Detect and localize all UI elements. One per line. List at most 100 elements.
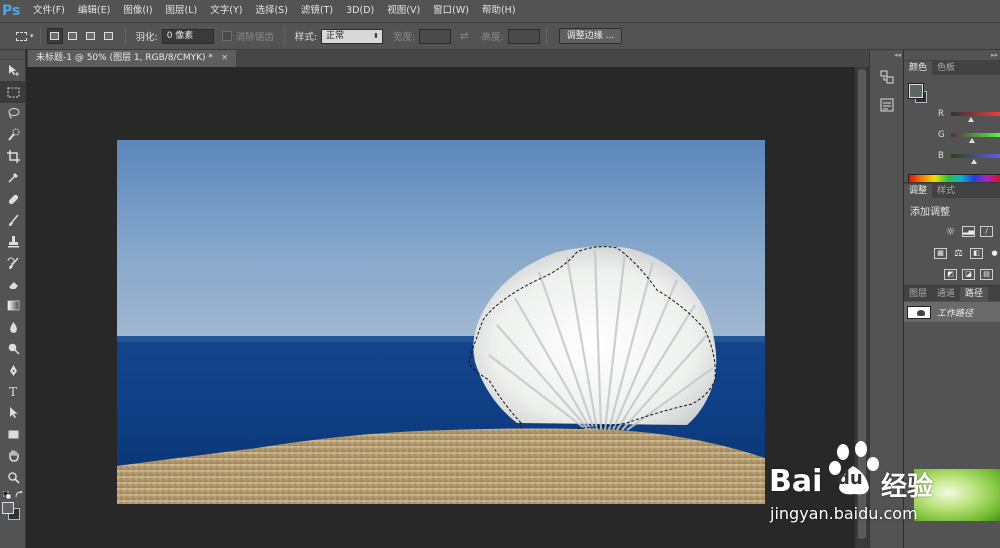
height-label: 高度: [481,32,504,43]
slider-r[interactable] [951,112,1000,116]
channel-b-label: B [938,151,944,161]
rectangle-shape-icon[interactable] [0,424,26,445]
history-panel-icon[interactable] [876,66,898,88]
add-to-selection-button[interactable] [65,28,81,44]
zoom-icon[interactable] [0,466,26,487]
watermark-url: jingyan.baidu.com [770,504,918,523]
menu-image[interactable]: 图像(I) [116,0,158,22]
foreground-color-swatch[interactable] [908,83,924,99]
style-select[interactable]: 正常 ⬍ [320,28,383,44]
intersect-selection-button[interactable] [101,28,117,44]
history-brush-icon[interactable] [0,253,26,274]
foreground-background-swatches[interactable] [0,501,26,520]
feather-input[interactable]: 0 像素 [161,28,214,44]
document-tab-title: 未标题-1 @ 50% (图层 1, RGB/8/CMYK) * [36,53,213,63]
tab-channels[interactable]: 通道 [932,287,960,301]
curves-icon[interactable]: ∕ [980,226,993,237]
path-name: 工作路径 [937,308,974,319]
adjustment-row-1: ☼ ▂▄ ∕ [944,226,998,237]
new-selection-button[interactable] [46,28,63,44]
document-tabs: 未标题-1 @ 50% (图层 1, RGB/8/CMYK) * × [27,50,869,67]
properties-panel-icon[interactable] [876,94,898,116]
black-white-icon[interactable]: ◧ [970,248,983,259]
menu-edit[interactable]: 编辑(E) [71,0,116,22]
path-thumbnail [907,305,931,319]
marquee-icon [15,31,27,41]
foreground-swatch[interactable] [2,501,14,514]
healing-brush-icon[interactable] [0,188,26,209]
slider-g-thumb[interactable] [968,138,975,143]
menu-type[interactable]: 文字(Y) [203,0,248,22]
collapse-arrows-icon[interactable]: ◂◂ [870,50,903,60]
slider-b[interactable] [951,154,1000,158]
invert-icon[interactable]: ◩ [944,269,957,280]
path-row-work-path[interactable]: 工作路径 [904,302,1000,322]
default-colors-icon[interactable] [0,488,26,502]
tab-styles[interactable]: 样式 [932,184,960,198]
refine-edge-button[interactable]: 调整边缘 ... [558,28,623,44]
slider-r-thumb[interactable] [967,117,974,122]
hand-icon[interactable] [0,445,26,466]
swap-colors-icon [15,490,23,497]
clone-stamp-icon[interactable] [0,231,26,252]
gradient-map-icon[interactable]: ▤ [980,269,993,280]
tab-layers[interactable]: 图层 [904,287,932,301]
tab-swatches[interactable]: 色板 [932,61,960,75]
width-input[interactable] [419,28,452,44]
panel-grip[interactable] [0,50,25,60]
tools-panel: T [0,50,26,548]
menu-window[interactable]: 窗口(W) [426,0,475,22]
eyedropper-icon[interactable] [0,167,26,188]
blur-icon[interactable] [0,317,26,338]
menu-view[interactable]: 视图(V) [380,0,426,22]
rectangular-marquee-icon[interactable] [0,81,26,103]
menu-layer[interactable]: 图层(L) [159,0,204,22]
threshold-icon[interactable]: ◪ [962,269,975,280]
subtract-from-selection-button[interactable] [83,28,99,44]
swap-icon[interactable]: ⇄ [460,31,468,42]
brush-icon[interactable] [0,210,26,231]
menu-3d[interactable]: 3D(D) [339,0,380,22]
menu-bar: Ps 文件(F) 编辑(E) 图像(I) 图层(L) 文字(Y) 选择(S) 滤… [0,0,1000,22]
color-panel-tabs: 颜色 色板 [904,60,1000,75]
height-input[interactable] [507,28,540,44]
menu-select[interactable]: 选择(S) [248,0,293,22]
photo-canvas[interactable] [117,140,765,504]
lasso-icon[interactable] [0,103,26,124]
eraser-icon[interactable] [0,274,26,295]
baidu-jingyan-watermark: Bai du 经验 jingyan.baidu.com [765,436,1000,548]
slider-b-thumb[interactable] [971,159,978,164]
levels-icon[interactable]: ▂▄ [962,226,975,237]
divider [124,26,126,46]
pen-icon[interactable] [0,359,26,380]
brightness-icon[interactable]: ☼ [944,226,957,237]
type-tool-icon[interactable]: T [0,381,26,402]
menu-help[interactable]: 帮助(H) [475,0,522,22]
watermark-jingyan: 经验 [881,472,934,502]
menu-filter[interactable]: 滤镜(T) [294,0,339,22]
tab-color[interactable]: 颜色 [904,61,933,75]
tab-paths[interactable]: 路径 [960,287,989,301]
path-selection-icon[interactable] [0,402,26,423]
layers-panel-tabs: 图层 通道 路径 [904,286,1000,301]
dodge-icon[interactable] [0,338,26,359]
photoshop-logo: Ps [2,3,21,19]
tab-adjustments[interactable]: 调整 [904,184,933,198]
channel-g-label: G [938,130,945,140]
photo-filter-icon[interactable]: ● [988,248,1000,259]
crop-icon[interactable] [0,146,26,167]
move-tool-icon[interactable] [0,60,26,81]
close-icon[interactable]: × [221,53,229,63]
quick-selection-icon[interactable] [0,124,26,145]
menu-file[interactable]: 文件(F) [26,0,71,22]
hue-saturation-icon[interactable]: ▦ [934,248,947,259]
canvas-area[interactable] [27,67,854,548]
antialias-checkbox[interactable] [221,31,232,41]
chevron-down-icon[interactable]: ▾ [30,32,34,40]
color-balance-icon[interactable]: ⚖ [952,248,965,259]
gradient-icon[interactable] [0,295,26,316]
slider-g[interactable] [951,133,1000,137]
expand-arrows-icon[interactable]: ▸▸ [904,50,1000,60]
options-bar: ▾ 羽化: 0 像素 消除锯齿 样式: 正常 ⬍ 宽度: ⇄ 高度: 调整边缘 .… [0,22,1000,50]
document-tab[interactable]: 未标题-1 @ 50% (图层 1, RGB/8/CMYK) * × [28,50,237,67]
